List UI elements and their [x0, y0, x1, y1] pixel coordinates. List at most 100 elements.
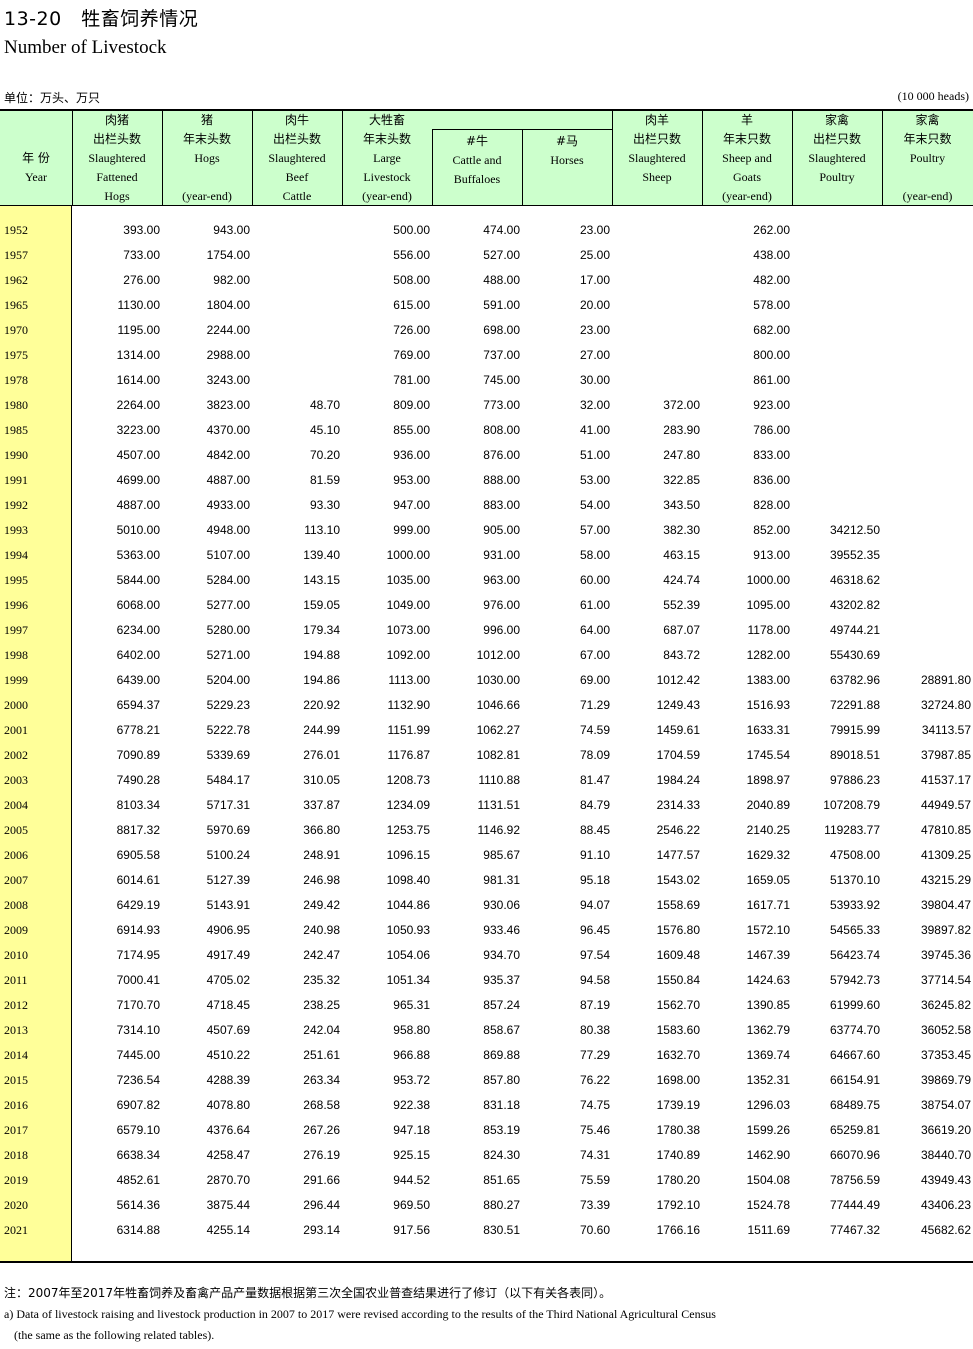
value-cell: 1369.74 [746, 1048, 790, 1062]
table-row: 1975 1314.00 2988.00 769.00 737.00 27.00 800.0… [0, 348, 973, 373]
table-row: 2016 6907.82 4078.80 268.58 922.38 831.18 74.7… [0, 1098, 973, 1123]
value-cell: 698.00 [483, 323, 520, 337]
value-cell: 6402.00 [116, 648, 160, 662]
value-cell: 74.31 [579, 1148, 610, 1162]
value-cell: 1614.00 [116, 373, 160, 387]
value-cell: 857.80 [483, 1073, 520, 1087]
value-cell: 1633.31 [746, 723, 790, 737]
year-cell: 1957 [4, 248, 28, 262]
value-cell: 6014.61 [116, 873, 160, 887]
table-row: 2017 6579.10 4376.64 267.26 947.18 853.19 75.4… [0, 1123, 973, 1148]
value-cell: 247.80 [663, 448, 700, 462]
value-cell: 578.00 [753, 298, 790, 312]
value-cell: 4948.00 [206, 523, 250, 537]
value-cell: 1044.86 [386, 898, 430, 912]
value-cell: 769.00 [393, 348, 430, 362]
value-cell: 6778.21 [116, 723, 160, 737]
value-cell: 63782.96 [829, 673, 880, 687]
table-row: 2013 7314.10 4507.69 242.04 958.80 858.67 80.3… [0, 1023, 973, 1048]
value-cell: 94.07 [579, 898, 610, 912]
value-cell: 30.00 [579, 373, 610, 387]
value-cell: 4705.02 [206, 973, 250, 987]
value-cell: 4078.80 [206, 1098, 250, 1112]
value-cell: 4906.95 [206, 923, 250, 937]
value-cell: 48.70 [309, 398, 340, 412]
value-cell: 107208.79 [823, 798, 880, 812]
value-cell: 976.00 [483, 598, 520, 612]
value-cell: 63774.70 [829, 1023, 880, 1037]
value-cell: 1132.90 [387, 698, 431, 712]
value-cell: 869.88 [483, 1048, 520, 1062]
value-cell: 262.00 [753, 223, 790, 237]
value-cell: 17.00 [579, 273, 610, 287]
header-divider [612, 111, 613, 206]
value-cell: 23.00 [579, 223, 610, 237]
table-row: 2021 6314.88 4255.14 293.14 917.56 830.51 70.6… [0, 1223, 973, 1248]
value-cell: 1146.92 [477, 823, 521, 837]
value-cell: 615.00 [393, 298, 430, 312]
value-cell: 1062.27 [476, 723, 520, 737]
value-cell: 996.00 [483, 623, 520, 637]
table-row: 1965 1130.00 1804.00 615.00 591.00 20.00 578.0… [0, 298, 973, 323]
value-cell: 46318.62 [829, 573, 880, 587]
value-cell: 296.44 [303, 1198, 340, 1212]
value-cell: 8103.34 [116, 798, 160, 812]
year-cell: 2015 [4, 1073, 28, 1087]
year-cell: 2016 [4, 1098, 28, 1112]
value-cell: 830.51 [483, 1223, 520, 1237]
value-cell: 500.00 [393, 223, 430, 237]
table-row: 2003 7490.28 5484.17 310.05 1208.73 1110.88 81… [0, 773, 973, 798]
year-cell: 2004 [4, 798, 28, 812]
value-cell: 5844.00 [116, 573, 160, 587]
value-cell: 51.00 [579, 448, 610, 462]
value-cell: 37353.45 [920, 1048, 971, 1062]
value-cell: 81.47 [579, 773, 610, 787]
value-cell: 591.00 [483, 298, 520, 312]
value-cell: 880.27 [483, 1198, 520, 1212]
table-row: 2008 6429.19 5143.91 249.42 1044.86 930.06 94.… [0, 898, 973, 923]
table-bottom-rule [0, 1261, 973, 1263]
year-cell: 2009 [4, 923, 28, 937]
value-cell: 2314.33 [656, 798, 700, 812]
value-cell: 6907.82 [116, 1098, 160, 1112]
year-cell: 1993 [4, 523, 28, 537]
value-cell: 424.74 [663, 573, 700, 587]
value-cell: 4507.69 [206, 1023, 250, 1037]
year-cell: 2003 [4, 773, 28, 787]
value-cell: 3243.00 [206, 373, 250, 387]
value-cell: 93.30 [309, 498, 340, 512]
value-cell: 6234.00 [116, 623, 160, 637]
year-cell: 1970 [4, 323, 28, 337]
value-cell: 463.15 [663, 548, 700, 562]
year-cell: 1996 [4, 598, 28, 612]
table-row: 1997 6234.00 5280.00 179.34 1073.00 996.00 64.… [0, 623, 973, 648]
year-cell: 2010 [4, 948, 28, 962]
value-cell: 77.29 [579, 1048, 610, 1062]
value-cell: 74.75 [579, 1098, 610, 1112]
value-cell: 1516.93 [746, 698, 790, 712]
value-cell: 5010.00 [116, 523, 160, 537]
value-cell: 861.00 [753, 373, 790, 387]
value-cell: 1659.05 [746, 873, 790, 887]
value-cell: 5717.31 [206, 798, 250, 812]
year-cell: 1952 [4, 223, 28, 237]
value-cell: 1000.00 [386, 548, 430, 562]
value-cell: 56423.74 [829, 948, 880, 962]
header-col-8: 羊年末只数 Sheep and Goats (year-end) [722, 113, 772, 203]
value-cell: 34212.50 [829, 523, 880, 537]
value-cell: 1049.00 [386, 598, 430, 612]
value-cell: 1804.00 [206, 298, 250, 312]
value-cell: 1253.75 [386, 823, 430, 837]
value-cell: 985.67 [483, 848, 520, 862]
value-cell: 88.45 [579, 823, 610, 837]
header-divider [252, 111, 253, 206]
table-row: 2005 8817.32 5970.69 366.80 1253.75 1146.92 88… [0, 823, 973, 848]
value-cell: 283.90 [663, 423, 700, 437]
value-cell: 1249.43 [656, 698, 700, 712]
value-cell: 1113.00 [388, 673, 430, 687]
table-row: 2000 6594.37 5229.23 220.92 1132.90 1046.66 71… [0, 698, 973, 723]
value-cell: 1000.00 [746, 573, 790, 587]
value-cell: 78.09 [579, 748, 610, 762]
header-divider [72, 111, 73, 206]
value-cell: 800.00 [753, 348, 790, 362]
